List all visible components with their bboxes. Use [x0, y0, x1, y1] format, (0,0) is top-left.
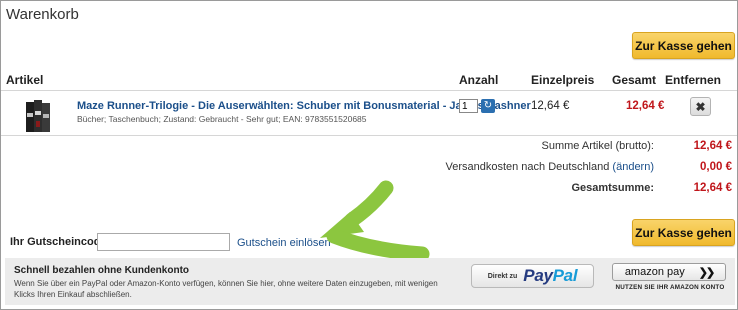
amazon-pay-button[interactable]: amazon pay ❯❯: [612, 263, 726, 281]
book-thumbnail[interactable]: [24, 99, 52, 133]
grand-total-label: Gesamtsumme:: [571, 182, 654, 194]
refresh-icon[interactable]: ↻: [481, 99, 495, 113]
express-checkout-box: Schnell bezahlen ohne Kundenkonto Wenn S…: [5, 258, 735, 305]
checkout-button-top[interactable]: Zur Kasse gehen: [632, 32, 735, 59]
subtotal-value: 12,64 €: [693, 140, 732, 152]
header-divider: [1, 90, 737, 91]
header-remove: Entfernen: [665, 73, 722, 87]
row-divider: [1, 135, 737, 136]
paypal-button[interactable]: Direkt zu PayPal: [471, 264, 594, 288]
remove-item-button[interactable]: ✖: [690, 97, 711, 116]
coupon-input[interactable]: [97, 233, 230, 251]
paypal-logo: PayPal: [523, 266, 578, 285]
shipping-label-group: Versandkosten nach Deutschland (ändern): [445, 161, 654, 173]
amazon-pay-label: amazon pay: [624, 266, 685, 278]
unit-price: 12,64 €: [531, 100, 570, 112]
checkout-button-bottom[interactable]: Zur Kasse gehen: [632, 219, 735, 246]
paypal-prefix: Direkt zu: [487, 272, 518, 280]
amazon-note: NUTZEN SIE IHR AMAZON KONTO: [615, 284, 725, 291]
close-icon: ✖: [695, 99, 706, 114]
express-description: Wenn Sie über ein PayPal oder Amazon-Kon…: [14, 279, 438, 299]
shipping-value: 0,00 €: [700, 161, 732, 173]
header-article: Artikel: [6, 73, 44, 87]
subtotal-label: Summe Artikel (brutto):: [541, 140, 654, 152]
header-unit-price: Einzelpreis: [531, 73, 595, 87]
page-title: Warenkorb: [6, 6, 79, 23]
header-quantity: Anzahl: [459, 73, 499, 87]
change-shipping-link[interactable]: (ändern): [612, 161, 654, 173]
product-meta: Bücher; Taschenbuch; Zustand: Gebraucht …: [77, 114, 367, 124]
quantity-input[interactable]: [459, 99, 478, 113]
shipping-label: Versandkosten nach Deutschland: [445, 161, 610, 173]
coupon-label: Ihr Gutscheincode:: [10, 236, 111, 248]
header-total: Gesamt: [612, 73, 657, 87]
row-total: 12,64 €: [626, 100, 665, 112]
express-title: Schnell bezahlen ohne Kundenkonto: [14, 265, 190, 276]
grand-total-value: 12,64 €: [693, 182, 732, 194]
chevron-right-icon: ❯❯: [698, 266, 716, 279]
